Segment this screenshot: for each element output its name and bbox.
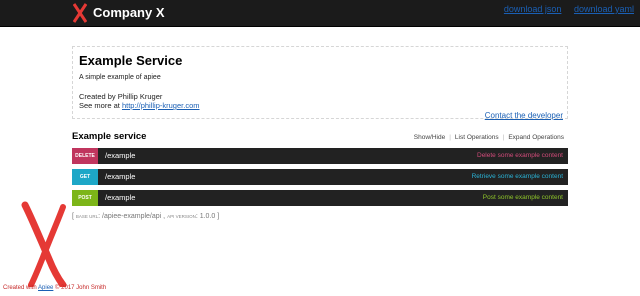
separator: | [502,134,505,141]
list-operations-link[interactable]: List Operations [455,134,499,141]
api-author: Created by Phillip Kruger [79,92,163,101]
api-base-info: [ base url: /apiee-example/api , api ver… [72,213,219,220]
operation-delete-example[interactable]: DELETE /example Delete some example cont… [72,148,568,164]
download-yaml-link[interactable]: download yaml [574,4,634,14]
operation-summary[interactable]: Post some example content [483,190,563,206]
base-url-label: base url [75,214,99,219]
http-verb-badge[interactable]: POST [72,190,98,206]
show-hide-link[interactable]: Show/Hide [414,134,445,141]
footer-copyright: © 2017 John Smith [53,285,107,291]
operation-path[interactable]: /example [105,169,135,185]
download-links: download json download yaml [494,4,634,14]
footer-created-with: Created with [3,285,39,291]
bracket-close: ] [217,213,220,220]
http-verb-badge[interactable]: DELETE [72,148,98,164]
operation-summary[interactable]: Delete some example content [477,148,563,164]
api-version-label: api version [167,214,196,219]
apiee-link[interactable]: Apiee [38,285,53,291]
operation-get-example[interactable]: GET /example Retrieve some example conte… [72,169,568,185]
separator: | [449,134,451,141]
http-verb-badge[interactable]: GET [72,169,98,185]
operation-path[interactable]: /example [105,148,135,164]
contact-developer-link[interactable]: Contact the developer [485,111,563,120]
operation-post-example[interactable]: POST /example Post some example content [72,190,568,206]
brand-name[interactable]: Company X [93,5,165,21]
page-title: Example Service [79,53,183,68]
service-title[interactable]: Example service [72,131,146,142]
company-logo-icon [73,3,87,23]
expand-operations-link[interactable]: Expand Operations [508,134,564,141]
base-url-value: : /apiee-example/api , [98,213,166,220]
api-description: A simple example of apiee [79,74,161,81]
large-x-logo-icon [21,201,67,287]
author-website-link[interactable]: http://phillip-kruger.com [122,101,200,110]
top-navbar: Company X download json download yaml [0,0,640,27]
api-version-value: : 1.0.0 [195,213,216,220]
api-more-info: See more at http://phillip-kruger.com [79,101,200,110]
bracket-open: [ [72,213,74,220]
api-info-box: Example Service A simple example of apie… [72,46,568,120]
footer: Created with Apiee © 2017 John Smith [3,285,106,291]
download-json-link[interactable]: download json [504,4,562,14]
operation-summary[interactable]: Retrieve some example content [472,169,563,185]
service-actions: Show/Hide | List Operations | Expand Operati… [414,134,564,141]
more-info-prefix: See more at [79,101,122,110]
operation-path[interactable]: /example [105,190,135,206]
